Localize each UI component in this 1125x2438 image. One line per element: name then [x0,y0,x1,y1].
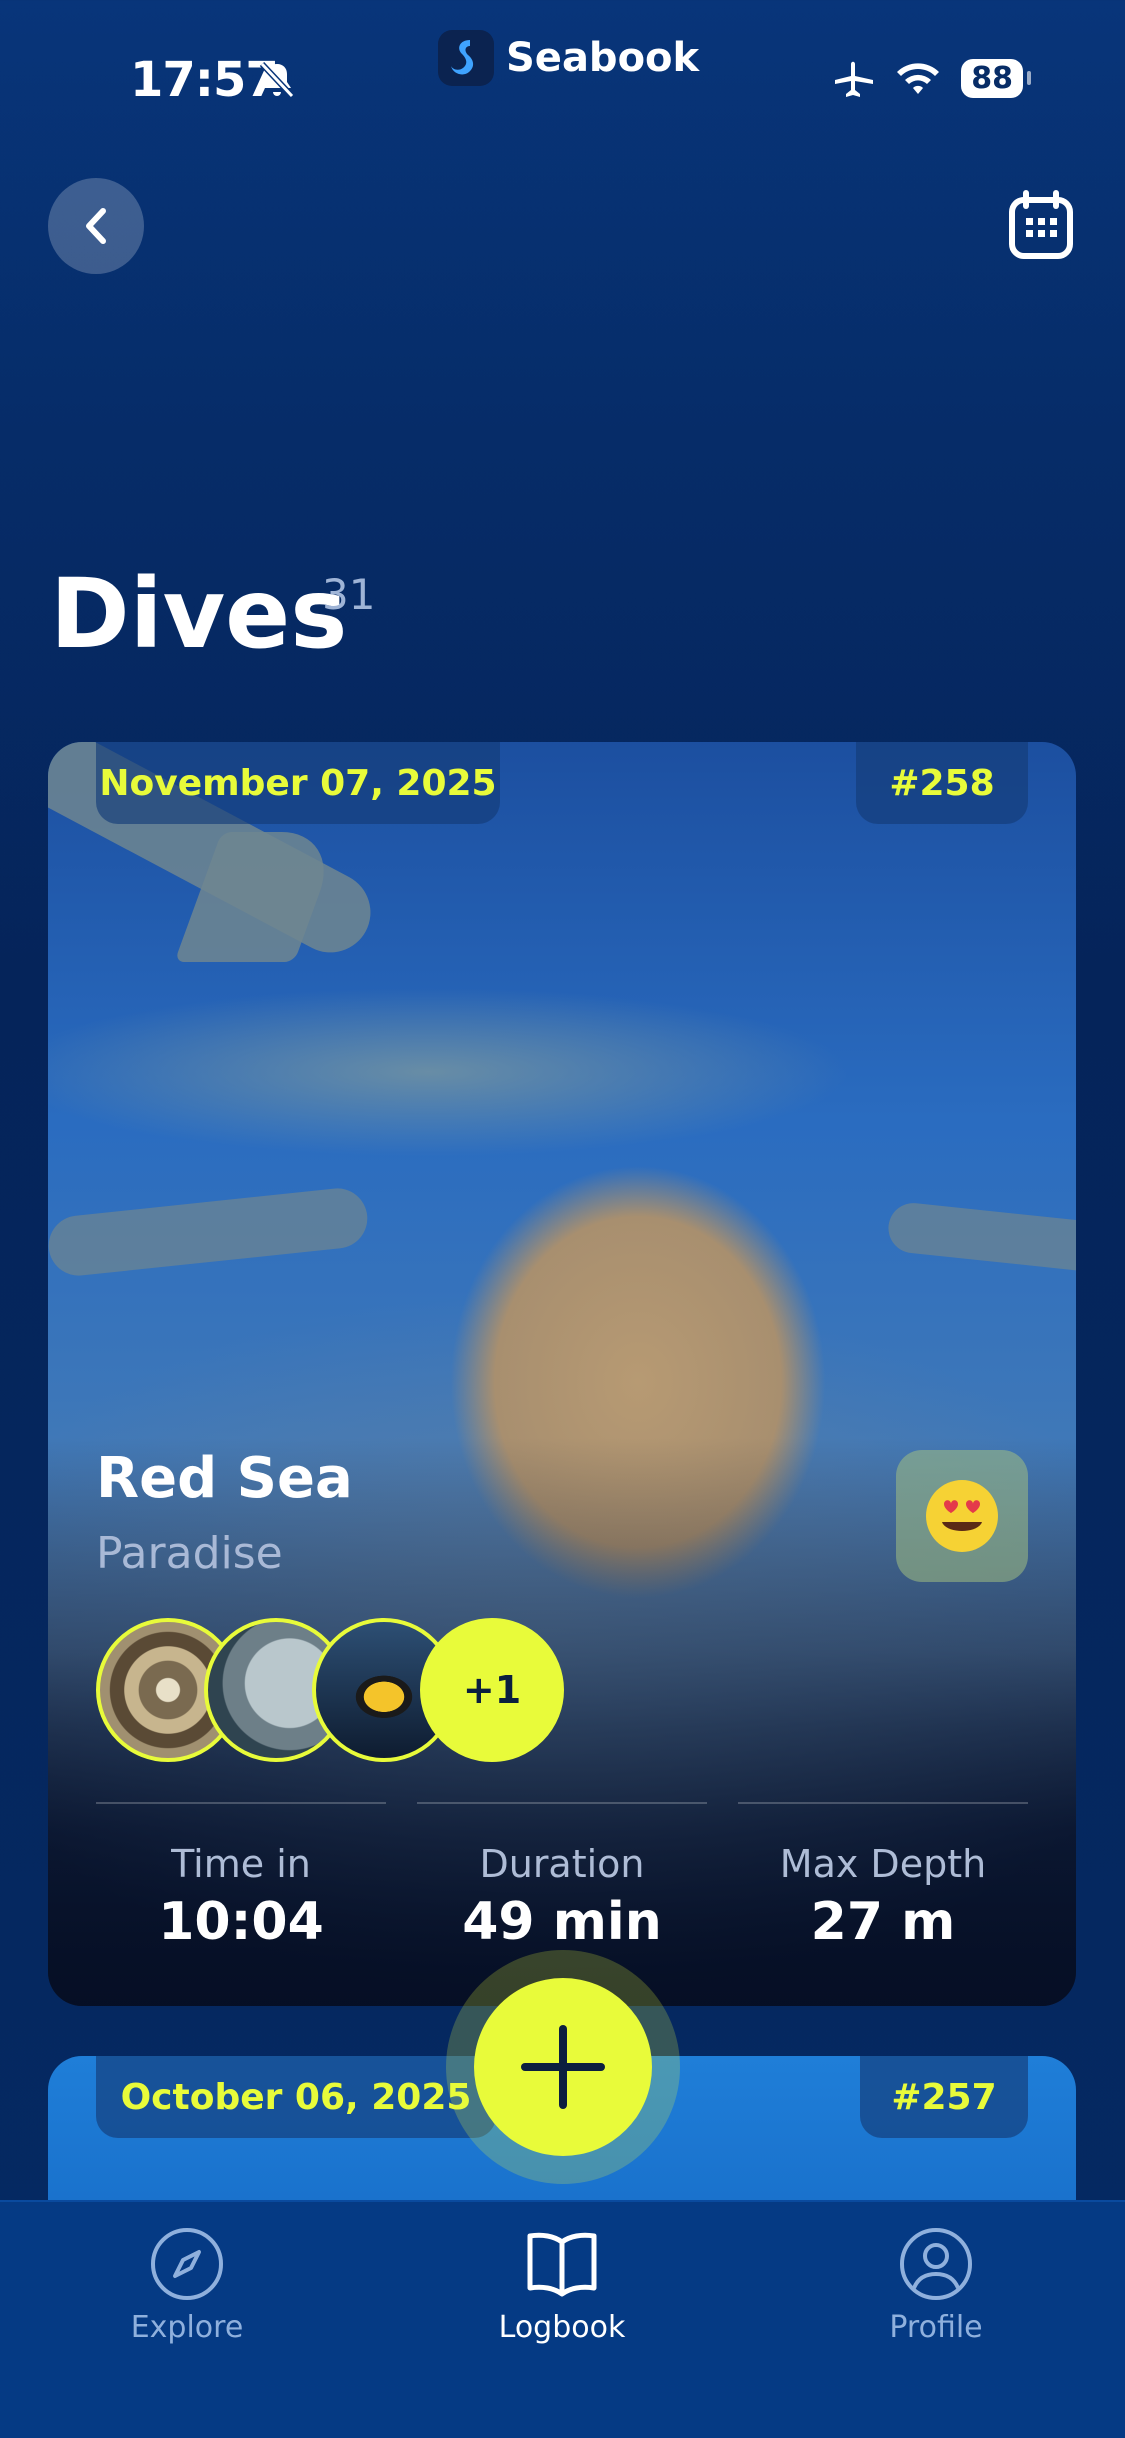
heart-eyes-emoji-icon [926,1480,998,1552]
add-dive-button[interactable] [474,1978,652,2156]
stat-max-depth: Max Depth 27 m [738,1802,1028,1952]
dive-date: October 06, 2025 [96,2056,496,2138]
status-bar: 17:57 Seabook 88 [0,0,1125,150]
status-time: 17:57 [130,52,279,108]
stat-label: Time in [171,1842,311,1886]
dive-date: November 07, 2025 [96,742,500,824]
page-title: Dives [50,558,348,670]
bell-muted-icon [259,61,295,99]
calendar-icon[interactable] [1008,190,1074,260]
stat-value: 10:04 [158,1892,324,1952]
stat-label: Max Depth [779,1842,987,1886]
plus-icon [521,2025,605,2109]
tab-label: Logbook [498,2310,626,2345]
dive-stats: Time in 10:04 Duration 49 min Max Depth … [96,1802,1028,1962]
person-icon [900,2228,972,2300]
compass-icon [151,2228,223,2300]
stat-duration: Duration 49 min [417,1802,707,1952]
mood-badge[interactable] [896,1450,1028,1582]
battery-indicator: 88 [961,58,1031,98]
stat-label: Duration [479,1842,645,1886]
tab-label: Profile [889,2310,983,2345]
brand-name: Seabook [506,35,700,81]
seabook-logo-icon [438,30,494,86]
app-brand: Seabook [438,30,699,86]
more-species-button[interactable]: +1 [420,1618,564,1762]
airplane-icon [835,61,874,97]
tab-label: Explore [130,2310,244,2345]
tab-logbook[interactable]: Logbook [452,2226,672,2345]
chevron-left-icon [86,208,106,244]
tab-explore[interactable]: Explore [77,2226,297,2345]
dive-site: Paradise [96,1528,283,1579]
stat-time-in: Time in 10:04 [96,1802,386,1952]
wifi-icon [897,63,940,94]
stat-value: 27 m [810,1892,956,1952]
tab-bar: Explore Logbook Profile [0,2200,1125,2438]
dive-card[interactable]: November 07, 2025 #258 Red Sea Paradise … [48,742,1076,2006]
dive-location: Red Sea [96,1446,353,1511]
book-icon [527,2232,597,2297]
dive-number: #258 [856,742,1028,824]
tab-profile[interactable]: Profile [826,2226,1046,2345]
dive-count: 31 [322,570,376,619]
back-button[interactable] [48,178,144,274]
stat-value: 49 min [462,1892,662,1952]
dive-number: #257 [860,2056,1028,2138]
